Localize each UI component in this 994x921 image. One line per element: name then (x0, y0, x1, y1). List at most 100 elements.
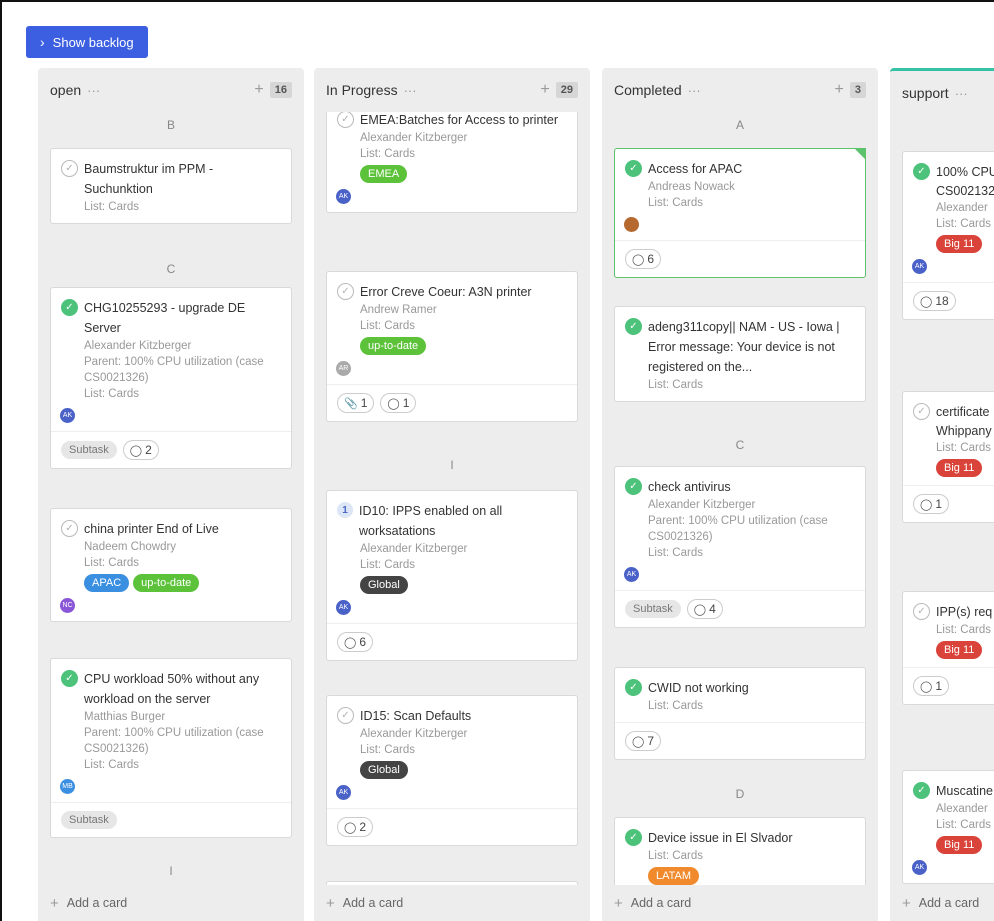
checkmark-icon[interactable]: ✓ (61, 160, 78, 177)
comments-pill[interactable]: ◯ 1 (380, 393, 417, 413)
card-parent: Parent: 100% CPU utilization (case CS002… (84, 356, 264, 384)
card-list: List: Cards (648, 547, 703, 559)
checkmark-icon[interactable]: ✓ (337, 112, 354, 128)
add-card-plus-icon[interactable]: + (254, 81, 263, 99)
add-card-button[interactable]: + Add a card (890, 885, 994, 921)
board-frame: › Show backlog open ··· + 16 B ✓ Baumstr… (0, 0, 994, 921)
column-menu-icon[interactable]: ··· (955, 86, 968, 101)
card-title: Access for APAC (648, 162, 743, 176)
checkmark-icon[interactable]: ✓ (625, 318, 642, 335)
checkmark-icon[interactable]: ✓ (61, 299, 78, 316)
tag-label: LATAM (648, 867, 700, 885)
subtask-badge: Subtask (61, 441, 117, 459)
add-card-button[interactable]: + Add a card (602, 885, 878, 921)
card-selected[interactable]: ✓ Access for APAC Andreas Nowack List: C… (614, 148, 866, 278)
checkmark-icon[interactable]: ✓ (61, 670, 78, 687)
comments-pill[interactable]: ◯ 1 (913, 676, 949, 696)
add-card-plus-icon[interactable]: + (540, 81, 549, 99)
checkmark-icon[interactable]: ✓ (913, 403, 930, 420)
tag-label: Global (360, 761, 408, 779)
card[interactable]: ✓ 100% CPU CS002132 Alexander List: Card… (902, 151, 994, 320)
comments-pill[interactable]: ◯ 18 (913, 291, 956, 311)
group-label: I (450, 458, 454, 472)
column-body: A ✓ Access for APAC Andreas Nowack List:… (602, 112, 878, 885)
card[interactable]: ✓ china printer End of Live Nadeem Chowd… (50, 508, 292, 622)
card-title-line2: Whippany (936, 424, 992, 438)
checkmark-icon[interactable]: ✓ (625, 829, 642, 846)
card-person: Alexander (936, 803, 988, 815)
column-header: support ··· (890, 71, 994, 115)
checkmark-icon[interactable]: ✓ (913, 603, 930, 620)
card[interactable]: ✓ check antivirus Alexander Kitzberger P… (614, 466, 866, 628)
card[interactable]: 1 ID10: IPPS enabled on all worksatation… (326, 490, 578, 661)
card-person: Alexander Kitzberger (84, 340, 192, 352)
checkmark-icon[interactable]: ✓ (913, 782, 930, 799)
add-card-button[interactable]: + Add a card (38, 885, 304, 921)
add-card-label: Add a card (342, 896, 404, 910)
show-backlog-button[interactable]: › Show backlog (26, 26, 148, 58)
checkmark-icon[interactable]: ✓ (337, 283, 354, 300)
attachments-pill[interactable]: 📎 1 (337, 393, 375, 413)
checkmark-icon[interactable]: ✓ (625, 679, 642, 696)
tag-label: APAC (84, 574, 130, 592)
comments-pill[interactable]: ◯ 6 (337, 632, 373, 652)
card-list: List: Cards (84, 557, 139, 569)
card-title: Device issue in El Slvador (648, 831, 793, 845)
card[interactable]: ✓ ID15: Scan Defaults Alexander Kitzberg… (326, 695, 578, 846)
comments-pill[interactable]: ◯ 7 (625, 731, 661, 751)
card[interactable]: ✓ Device issue in El Slvador List: Cards… (614, 817, 866, 885)
card[interactable]: ✓ IPP(s) req List: Cards Big 11 ◯ 1 (902, 591, 994, 705)
comment-count: 7 (647, 734, 654, 748)
card[interactable]: ✓ certificate Whippany List: Cards Big 1… (902, 391, 994, 523)
card[interactable]: ✓ CHG10255293 - upgrade DE Server Alexan… (50, 287, 292, 469)
card-list: List: Cards (360, 148, 415, 160)
card-title: Error Creve Coeur: A3N printer (360, 285, 532, 299)
comment-count: 1 (935, 497, 942, 511)
checkmark-icon[interactable]: ✓ (337, 707, 354, 724)
card-title: adeng311copy|| NAM - US - Iowa | Error m… (648, 320, 840, 374)
card-count-badge: 29 (555, 82, 578, 98)
checkmark-icon[interactable]: ✓ (625, 160, 642, 177)
tag-label: Big 11 (936, 235, 983, 253)
card-title: china printer End of Live (84, 522, 219, 536)
add-card-button[interactable]: + Add a card (314, 885, 590, 921)
card-person: Nadeem Chowdry (84, 541, 177, 553)
add-card-label: Add a card (918, 896, 980, 910)
card[interactable]: ✓ Error Creve Coeur: A3N printer Andrew … (326, 271, 578, 422)
comment-icon: ◯ (387, 397, 400, 410)
card-list: List: Cards (360, 744, 415, 756)
card[interactable]: ✓ Baumstruktur im PPM - Suchunktion List… (50, 148, 292, 224)
card-title: CHG10255293 - upgrade DE Server (84, 301, 246, 335)
column-menu-icon[interactable]: ··· (87, 83, 100, 98)
add-card-plus-icon[interactable]: + (835, 81, 844, 99)
comments-pill[interactable]: ◯ 2 (337, 817, 373, 837)
column-body: ✓ EMEA:Batches for Access to printer Ale… (314, 112, 590, 885)
card-list: List: Cards (648, 850, 703, 862)
column-menu-icon[interactable]: ··· (404, 83, 417, 98)
comment-count: 4 (709, 602, 716, 616)
comments-pill[interactable]: ◯ 6 (625, 249, 661, 269)
card[interactable]: ✓ adeng311copy|| NAM - US - Iowa | Error… (614, 306, 866, 402)
comments-pill[interactable]: ◯ 2 (122, 440, 159, 460)
card-list: List: Cards (84, 201, 139, 213)
card[interactable]: ✓ EMEA:Batches for Access to printer Ale… (326, 112, 578, 213)
comment-count: 1 (935, 679, 942, 693)
card[interactable]: ✓ CPU workload 50% without any workload … (50, 658, 292, 838)
checkmark-icon[interactable]: ✓ (61, 520, 78, 537)
checkmark-icon[interactable]: ✓ (625, 478, 642, 495)
column-title: Completed (614, 82, 682, 98)
column-body: ✓ 100% CPU CS002132 Alexander List: Card… (890, 115, 994, 885)
comments-pill[interactable]: ◯ 1 (913, 494, 949, 514)
paperclip-icon: 📎 (344, 397, 358, 410)
tag-label: Big 11 (936, 459, 983, 477)
plus-icon: + (50, 894, 59, 912)
checkmark-icon[interactable]: ✓ (913, 163, 930, 180)
card[interactable]: ✓ Muscatine Alexander List: Cards Big 11… (902, 770, 994, 884)
comments-pill[interactable]: ◯ 4 (686, 599, 723, 619)
card-person: Andreas Nowack (648, 181, 735, 193)
avatar: AK (336, 600, 351, 615)
column-menu-icon[interactable]: ··· (688, 83, 701, 98)
plus-icon: + (902, 894, 911, 912)
card-person: Alexander Kitzberger (360, 132, 468, 144)
card[interactable]: ✓ CWID not working List: Cards ◯ 7 (614, 667, 866, 760)
